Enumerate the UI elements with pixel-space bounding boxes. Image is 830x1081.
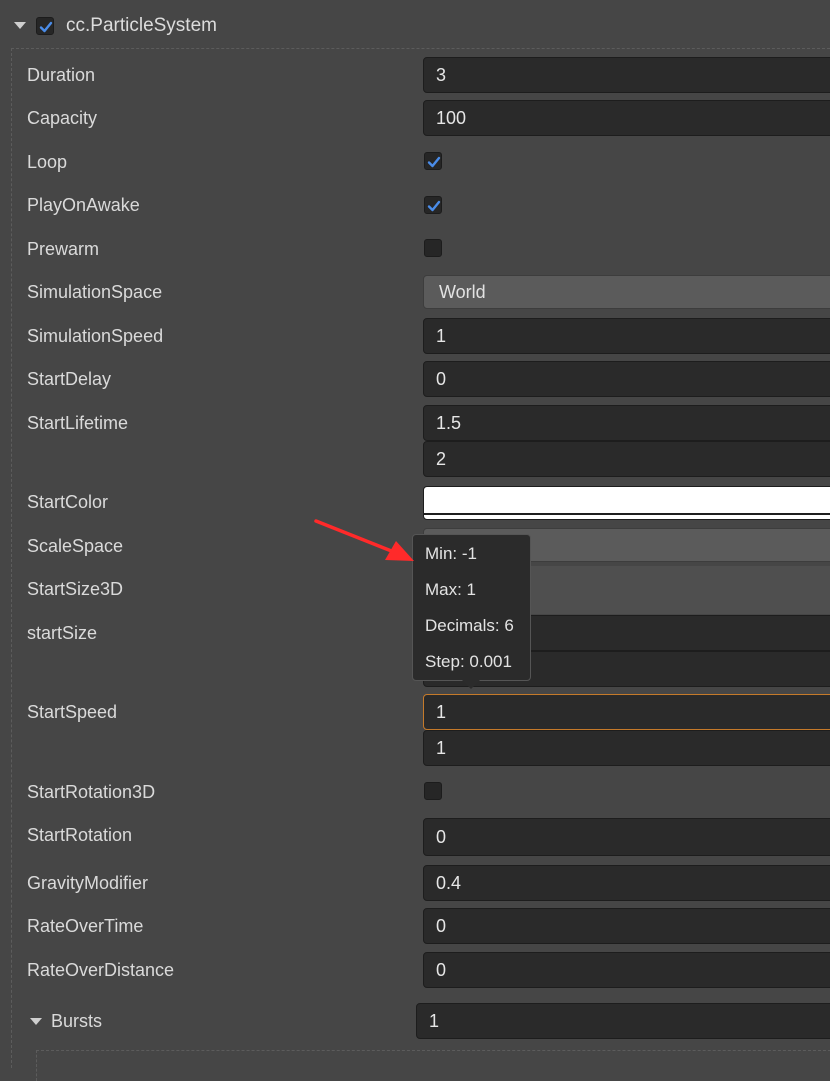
- bursts-count-input[interactable]: 1: [416, 1003, 830, 1039]
- scale-space-label: ScaleSpace: [27, 536, 124, 556]
- range-tooltip: Min: -1 Max: 1 Decimals: 6 Step: 0.001: [412, 534, 531, 681]
- loop-label: Loop: [27, 152, 68, 172]
- simulation-speed-input[interactable]: 1: [423, 318, 830, 354]
- annotation-arrow-icon: [314, 519, 414, 561]
- start-lifetime-label: StartLifetime: [27, 413, 129, 433]
- start-rotation-input[interactable]: 0: [423, 818, 830, 856]
- checkmark-icon: [39, 21, 53, 33]
- gravity-modifier-label: GravityModifier: [27, 873, 149, 893]
- rate-over-distance-input[interactable]: 0: [423, 952, 830, 988]
- duration-label: Duration: [27, 65, 96, 85]
- tooltip-step: Step: 0.001: [425, 652, 512, 671]
- start-speed-min-input[interactable]: 1: [423, 694, 830, 730]
- start-speed-max-input[interactable]: 1: [423, 730, 830, 766]
- capacity-input[interactable]: 100: [423, 100, 830, 136]
- tooltip-caret: [462, 680, 480, 689]
- start-delay-input[interactable]: 0: [423, 361, 830, 397]
- simulation-space-select[interactable]: World: [423, 275, 830, 309]
- simulation-speed-label: SimulationSpeed: [27, 326, 164, 346]
- panel-border: [11, 48, 12, 1068]
- start-rotation-label: StartRotation: [27, 825, 133, 845]
- prewarm-checkbox[interactable]: [424, 239, 442, 257]
- start-size-3d-label: StartSize3D: [27, 579, 124, 599]
- start-lifetime-min-input[interactable]: 1.5: [423, 405, 830, 441]
- start-delay-label: StartDelay: [27, 369, 112, 389]
- collapse-arrow-icon[interactable]: [14, 22, 26, 29]
- prewarm-label: Prewarm: [27, 239, 100, 259]
- rate-over-time-input[interactable]: 0: [423, 908, 830, 944]
- play-on-awake-checkbox[interactable]: [424, 196, 442, 214]
- start-color-label: StartColor: [27, 492, 109, 512]
- simulation-space-label: SimulationSpace: [27, 282, 163, 302]
- capacity-label: Capacity: [27, 108, 98, 128]
- component-enabled-checkbox[interactable]: [36, 17, 54, 35]
- bursts-panel: [36, 1050, 830, 1081]
- tooltip-min: Min: -1: [425, 544, 477, 563]
- panel-divider: [11, 48, 830, 49]
- rate-over-distance-label: RateOverDistance: [27, 960, 175, 980]
- rate-over-time-label: RateOverTime: [27, 916, 144, 936]
- start-lifetime-max-input[interactable]: 2: [423, 441, 830, 477]
- start-rotation-3d-label: StartRotation3D: [27, 782, 156, 802]
- alpha-bar: [424, 513, 830, 515]
- component-title: cc.ParticleSystem: [66, 15, 217, 36]
- start-color-swatch[interactable]: [423, 486, 830, 520]
- checkmark-icon: [427, 156, 441, 168]
- start-size-label: startSize: [27, 623, 98, 643]
- bursts-collapse-arrow-icon[interactable]: [30, 1018, 42, 1025]
- tooltip-max: Max: 1: [425, 580, 477, 599]
- tooltip-decimals: Decimals: 6: [425, 616, 514, 635]
- gravity-modifier-input[interactable]: 0.4: [423, 865, 830, 901]
- start-rotation-3d-checkbox[interactable]: [424, 782, 442, 800]
- duration-input[interactable]: 3: [423, 57, 830, 93]
- bursts-label: Bursts: [51, 1011, 103, 1031]
- loop-checkbox[interactable]: [424, 152, 442, 170]
- checkmark-icon: [427, 200, 441, 212]
- start-speed-label: StartSpeed: [27, 702, 118, 722]
- play-on-awake-label: PlayOnAwake: [27, 195, 140, 215]
